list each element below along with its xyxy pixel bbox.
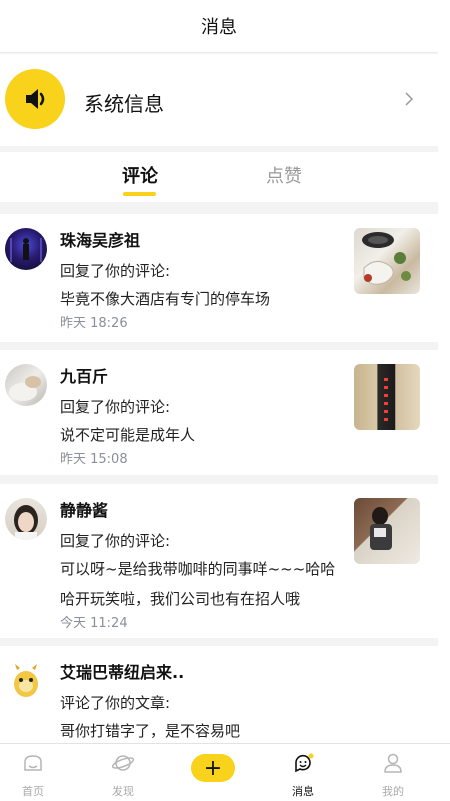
tab-home-label: 首页 bbox=[22, 785, 44, 798]
bottom-tab-bar: 首页 发现 + 消息 我的 bbox=[0, 743, 450, 801]
edge-strip bbox=[438, 0, 450, 800]
speaker-icon bbox=[5, 69, 65, 129]
sender-name: 珠海吴彦祖 bbox=[60, 231, 141, 250]
post-thumbnail[interactable] bbox=[354, 498, 420, 564]
avatar[interactable] bbox=[5, 660, 47, 702]
comment-text: 可以呀~是给我带咖啡的同事咩~~~哈哈 bbox=[60, 560, 336, 578]
chevron-right-icon bbox=[405, 92, 414, 106]
plus-icon: + bbox=[203, 755, 223, 781]
tab-messages-label: 消息 bbox=[292, 785, 314, 798]
message-tabs: 评论 点赞 bbox=[0, 152, 438, 202]
message-action: 回复了你的评论: bbox=[60, 532, 171, 550]
post-thumbnail[interactable] bbox=[354, 364, 420, 430]
timestamp: 昨天 18:26 bbox=[60, 316, 128, 331]
home-icon bbox=[24, 755, 42, 771]
sender-name: 静静酱 bbox=[60, 501, 109, 520]
add-post-button[interactable]: + bbox=[191, 754, 235, 782]
message-item[interactable]: 珠海吴彦祖 回复了你的评论: 毕竟不像大酒店有专门的停车场 昨天 18:26 bbox=[0, 214, 438, 342]
comment-text: 哥你打错字了，是不容易吧 bbox=[60, 722, 241, 740]
comment-text: 毕竟不像大酒店有专门的停车场 bbox=[60, 290, 271, 308]
message-item[interactable]: 静静酱 回复了你的评论: 可以呀~是给我带咖啡的同事咩~~~哈哈 哈开玩笑啦，我… bbox=[0, 484, 438, 638]
profile-icon bbox=[384, 753, 402, 773]
avatar[interactable] bbox=[5, 498, 47, 540]
header: 消息 bbox=[0, 0, 438, 53]
tab-profile-label: 我的 bbox=[382, 785, 404, 798]
system-info-row[interactable]: 系统信息 bbox=[0, 54, 438, 146]
timestamp: 今天 11:24 bbox=[60, 616, 128, 631]
avatar[interactable] bbox=[5, 228, 47, 270]
tab-likes[interactable]: 点赞 bbox=[266, 162, 302, 188]
active-tab-indicator bbox=[123, 192, 156, 196]
message-action: 回复了你的评论: bbox=[60, 398, 171, 416]
timestamp: 昨天 15:08 bbox=[60, 452, 128, 467]
planet-icon bbox=[112, 755, 134, 771]
sender-name: 艾瑞巴蒂纽启来.. bbox=[60, 663, 185, 682]
comment-text: 哈开玩笑啦，我们公司也有在招人哦 bbox=[60, 590, 301, 608]
message-action: 回复了你的评论: bbox=[60, 262, 171, 280]
message-action: 评论了你的文章: bbox=[60, 694, 171, 712]
page-title: 消息 bbox=[201, 17, 237, 38]
sender-name: 九百斤 bbox=[60, 367, 109, 386]
tab-discover-label: 发现 bbox=[112, 785, 134, 798]
avatar[interactable] bbox=[5, 364, 47, 406]
comment-text: 说不定可能是成年人 bbox=[60, 426, 196, 444]
tab-comments[interactable]: 评论 bbox=[122, 162, 158, 188]
message-icon bbox=[295, 753, 314, 773]
post-thumbnail[interactable] bbox=[354, 228, 420, 294]
message-item[interactable]: 九百斤 回复了你的评论: 说不定可能是成年人 昨天 15:08 bbox=[0, 350, 438, 475]
system-info-label: 系统信息 bbox=[84, 92, 164, 116]
message-item[interactable]: 艾瑞巴蒂纽启来.. 评论了你的文章: 哥你打错字了，是不容易吧 bbox=[0, 646, 438, 743]
